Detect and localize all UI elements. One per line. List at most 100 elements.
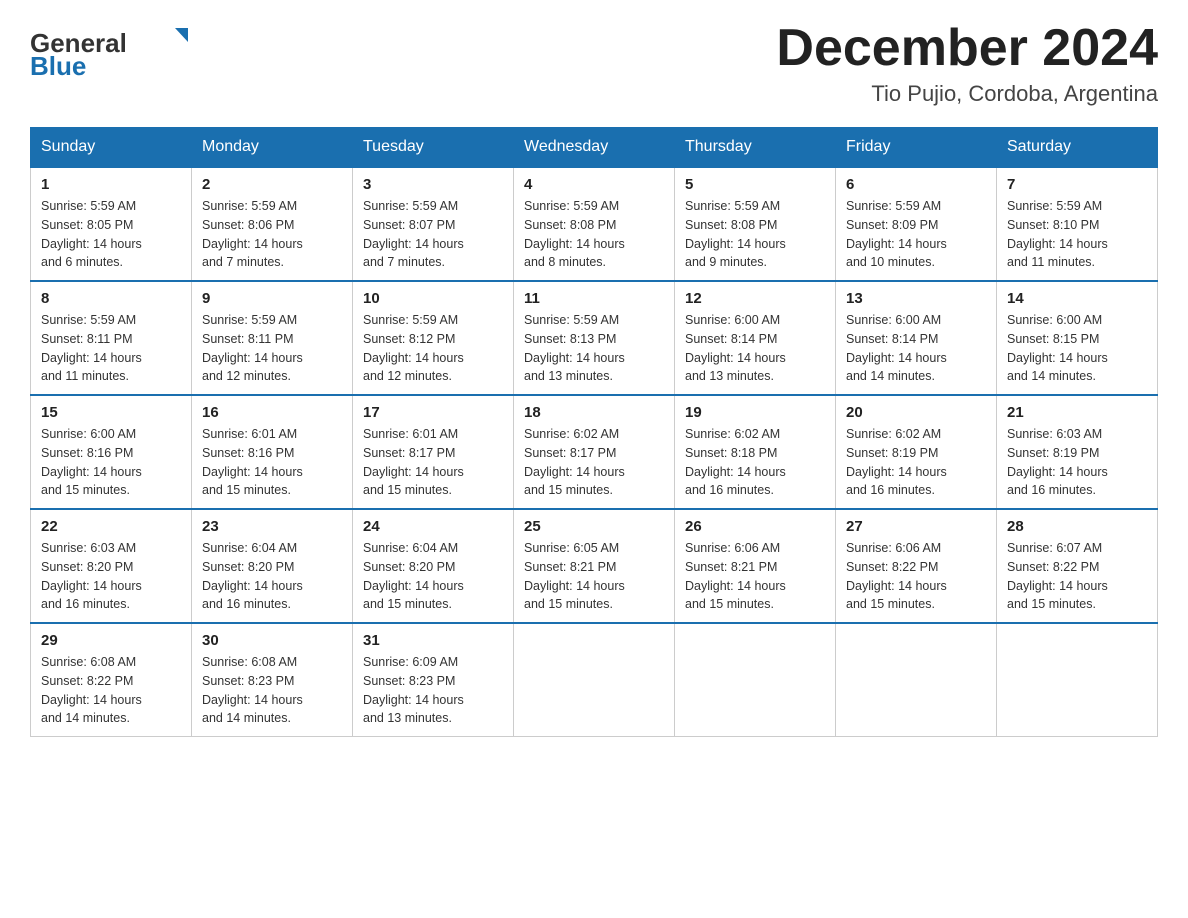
day-number: 21 <box>1007 404 1147 421</box>
calendar-week-5: 29 Sunrise: 6:08 AMSunset: 8:22 PMDayligh… <box>31 623 1158 737</box>
day-number: 15 <box>41 404 181 421</box>
day-info: Sunrise: 6:00 AMSunset: 8:14 PMDaylight:… <box>846 311 986 386</box>
day-number: 25 <box>524 518 664 535</box>
day-number: 10 <box>363 290 503 307</box>
day-number: 26 <box>685 518 825 535</box>
calendar-cell: 20Sunrise: 6:02 AMSunset: 8:19 PMDayligh… <box>836 395 997 509</box>
calendar-cell: 14Sunrise: 6:00 AMSunset: 8:15 PMDayligh… <box>997 281 1158 395</box>
day-number: 7 <box>1007 176 1147 193</box>
day-info: Sunrise: 6:04 AMSunset: 8:20 PMDaylight:… <box>363 539 503 614</box>
day-number: 9 <box>202 290 342 307</box>
day-number: 2 <box>202 176 342 193</box>
calendar-cell: 1 Sunrise: 5:59 AMSunset: 8:05 PMDaylight… <box>31 167 192 281</box>
calendar-cell: 9 Sunrise: 5:59 AMSunset: 8:11 PMDaylight… <box>192 281 353 395</box>
weekday-header-tuesday: Tuesday <box>353 128 514 168</box>
day-info: Sunrise: 5:59 AMSunset: 8:11 PMDaylight:… <box>41 311 181 386</box>
weekday-header-monday: Monday <box>192 128 353 168</box>
calendar-table: SundayMondayTuesdayWednesdayThursdayFrid… <box>30 127 1158 737</box>
calendar-cell: 13 Sunrise: 6:00 AMSunset: 8:14 PMDayligh… <box>836 281 997 395</box>
day-info: Sunrise: 5:59 AMSunset: 8:10 PMDaylight:… <box>1007 197 1147 272</box>
day-number: 5 <box>685 176 825 193</box>
calendar-week-1: 1 Sunrise: 5:59 AMSunset: 8:05 PMDaylight… <box>31 167 1158 281</box>
calendar-cell: 30Sunrise: 6:08 AMSunset: 8:23 PMDayligh… <box>192 623 353 737</box>
day-number: 22 <box>41 518 181 535</box>
calendar-cell: 26 Sunrise: 6:06 AMSunset: 8:21 PMDayligh… <box>675 509 836 623</box>
calendar-cell: 25 Sunrise: 6:05 AMSunset: 8:21 PMDayligh… <box>514 509 675 623</box>
day-number: 24 <box>363 518 503 535</box>
calendar-cell: 5 Sunrise: 5:59 AMSunset: 8:08 PMDaylight… <box>675 167 836 281</box>
day-number: 12 <box>685 290 825 307</box>
calendar-cell: 22 Sunrise: 6:03 AMSunset: 8:20 PMDayligh… <box>31 509 192 623</box>
calendar-cell: 2Sunrise: 5:59 AMSunset: 8:06 PMDaylight… <box>192 167 353 281</box>
calendar-cell: 18Sunrise: 6:02 AMSunset: 8:17 PMDayligh… <box>514 395 675 509</box>
calendar-cell <box>514 623 675 737</box>
day-info: Sunrise: 6:01 AMSunset: 8:17 PMDaylight:… <box>363 425 503 500</box>
day-number: 29 <box>41 632 181 649</box>
calendar-cell: 12 Sunrise: 6:00 AMSunset: 8:14 PMDayligh… <box>675 281 836 395</box>
day-number: 28 <box>1007 518 1147 535</box>
day-info: Sunrise: 6:00 AMSunset: 8:15 PMDaylight:… <box>1007 311 1147 386</box>
calendar-cell <box>997 623 1158 737</box>
weekday-header-sunday: Sunday <box>31 128 192 168</box>
day-info: Sunrise: 5:59 AMSunset: 8:12 PMDaylight:… <box>363 311 503 386</box>
weekday-header-saturday: Saturday <box>997 128 1158 168</box>
day-number: 6 <box>846 176 986 193</box>
day-info: Sunrise: 6:05 AMSunset: 8:21 PMDaylight:… <box>524 539 664 614</box>
day-number: 4 <box>524 176 664 193</box>
logo: General Blue <box>30 20 190 80</box>
calendar-week-3: 15 Sunrise: 6:00 AMSunset: 8:16 PMDayligh… <box>31 395 1158 509</box>
day-number: 27 <box>846 518 986 535</box>
calendar-cell: 3 Sunrise: 5:59 AMSunset: 8:07 PMDaylight… <box>353 167 514 281</box>
svg-text:Blue: Blue <box>30 51 86 80</box>
day-number: 1 <box>41 176 181 193</box>
day-info: Sunrise: 6:03 AMSunset: 8:20 PMDaylight:… <box>41 539 181 614</box>
calendar-cell: 29 Sunrise: 6:08 AMSunset: 8:22 PMDayligh… <box>31 623 192 737</box>
calendar-cell: 27 Sunrise: 6:06 AMSunset: 8:22 PMDayligh… <box>836 509 997 623</box>
day-info: Sunrise: 5:59 AMSunset: 8:07 PMDaylight:… <box>363 197 503 272</box>
calendar-cell: 4Sunrise: 5:59 AMSunset: 8:08 PMDaylight… <box>514 167 675 281</box>
weekday-header-wednesday: Wednesday <box>514 128 675 168</box>
calendar-cell: 15 Sunrise: 6:00 AMSunset: 8:16 PMDayligh… <box>31 395 192 509</box>
month-title: December 2024 <box>776 20 1158 77</box>
day-info: Sunrise: 5:59 AMSunset: 8:08 PMDaylight:… <box>685 197 825 272</box>
calendar-cell: 17Sunrise: 6:01 AMSunset: 8:17 PMDayligh… <box>353 395 514 509</box>
weekday-header-thursday: Thursday <box>675 128 836 168</box>
day-info: Sunrise: 6:06 AMSunset: 8:22 PMDaylight:… <box>846 539 986 614</box>
day-info: Sunrise: 6:01 AMSunset: 8:16 PMDaylight:… <box>202 425 342 500</box>
page-header: General Blue December 2024 Tio Pujio, Co… <box>30 20 1158 107</box>
calendar-week-2: 8 Sunrise: 5:59 AMSunset: 8:11 PMDaylight… <box>31 281 1158 395</box>
calendar-cell: 6 Sunrise: 5:59 AMSunset: 8:09 PMDaylight… <box>836 167 997 281</box>
day-number: 31 <box>363 632 503 649</box>
weekday-header-row: SundayMondayTuesdayWednesdayThursdayFrid… <box>31 128 1158 168</box>
calendar-cell: 31Sunrise: 6:09 AMSunset: 8:23 PMDayligh… <box>353 623 514 737</box>
weekday-header-friday: Friday <box>836 128 997 168</box>
location-title: Tio Pujio, Cordoba, Argentina <box>776 81 1158 107</box>
calendar-cell: 21 Sunrise: 6:03 AMSunset: 8:19 PMDayligh… <box>997 395 1158 509</box>
day-info: Sunrise: 6:02 AMSunset: 8:18 PMDaylight:… <box>685 425 825 500</box>
calendar-week-4: 22 Sunrise: 6:03 AMSunset: 8:20 PMDayligh… <box>31 509 1158 623</box>
day-info: Sunrise: 6:07 AMSunset: 8:22 PMDaylight:… <box>1007 539 1147 614</box>
day-info: Sunrise: 6:00 AMSunset: 8:16 PMDaylight:… <box>41 425 181 500</box>
calendar-cell: 11Sunrise: 5:59 AMSunset: 8:13 PMDayligh… <box>514 281 675 395</box>
day-number: 8 <box>41 290 181 307</box>
calendar-cell: 19Sunrise: 6:02 AMSunset: 8:18 PMDayligh… <box>675 395 836 509</box>
day-info: Sunrise: 5:59 AMSunset: 8:05 PMDaylight:… <box>41 197 181 272</box>
day-info: Sunrise: 6:08 AMSunset: 8:22 PMDaylight:… <box>41 653 181 728</box>
calendar-cell: 28 Sunrise: 6:07 AMSunset: 8:22 PMDayligh… <box>997 509 1158 623</box>
day-info: Sunrise: 6:02 AMSunset: 8:17 PMDaylight:… <box>524 425 664 500</box>
day-info: Sunrise: 6:03 AMSunset: 8:19 PMDaylight:… <box>1007 425 1147 500</box>
day-info: Sunrise: 6:04 AMSunset: 8:20 PMDaylight:… <box>202 539 342 614</box>
day-info: Sunrise: 5:59 AMSunset: 8:11 PMDaylight:… <box>202 311 342 386</box>
day-info: Sunrise: 5:59 AMSunset: 8:09 PMDaylight:… <box>846 197 986 272</box>
day-number: 30 <box>202 632 342 649</box>
day-number: 3 <box>363 176 503 193</box>
day-number: 23 <box>202 518 342 535</box>
calendar-cell: 16Sunrise: 6:01 AMSunset: 8:16 PMDayligh… <box>192 395 353 509</box>
day-number: 13 <box>846 290 986 307</box>
logo-svg: General Blue <box>30 20 190 80</box>
calendar-cell: 23 Sunrise: 6:04 AMSunset: 8:20 PMDayligh… <box>192 509 353 623</box>
title-block: December 2024 Tio Pujio, Cordoba, Argent… <box>776 20 1158 107</box>
day-info: Sunrise: 6:00 AMSunset: 8:14 PMDaylight:… <box>685 311 825 386</box>
day-number: 20 <box>846 404 986 421</box>
day-info: Sunrise: 6:06 AMSunset: 8:21 PMDaylight:… <box>685 539 825 614</box>
